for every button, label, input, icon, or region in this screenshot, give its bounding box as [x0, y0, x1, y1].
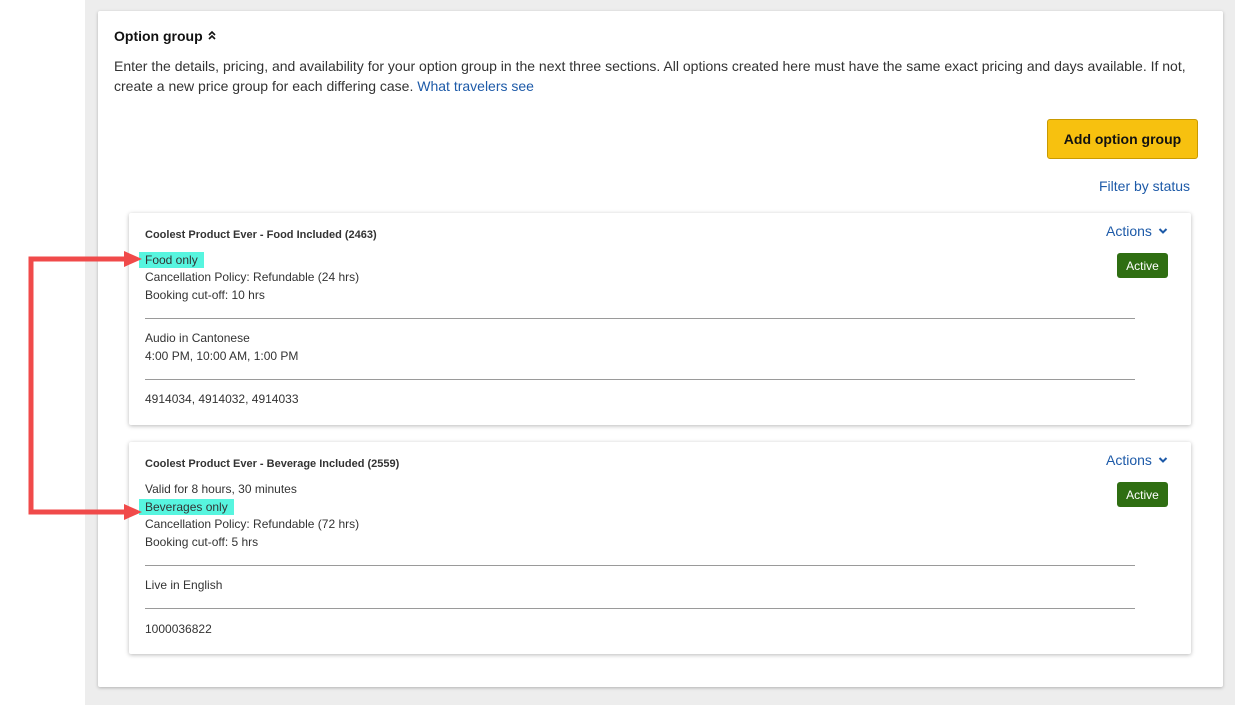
- divider: [145, 565, 1135, 566]
- option-title: Coolest Product Ever - Beverage Included…: [145, 458, 400, 470]
- filter-by-status-link[interactable]: Filter by status: [1099, 178, 1190, 194]
- option-ids: 1000036822: [145, 622, 212, 636]
- option-highlight: Food only: [139, 252, 204, 268]
- booking-cutoff: Booking cut-off: 5 hrs: [145, 535, 259, 549]
- section-title: Option group: [114, 28, 203, 44]
- highlighted-line: Beverages only: [139, 498, 234, 516]
- chevron-double-up-icon[interactable]: [207, 30, 217, 42]
- description-text: Enter the details, pricing, and availabi…: [114, 58, 1186, 94]
- cancellation-policy: Cancellation Policy: Refundable (72 hrs): [145, 517, 360, 531]
- cancellation-policy: Cancellation Policy: Refundable (24 hrs): [145, 270, 360, 284]
- add-option-group-button[interactable]: Add option group: [1047, 119, 1198, 159]
- divider: [145, 318, 1135, 319]
- actions-label: Actions: [1106, 452, 1152, 468]
- start-times: 4:00 PM, 10:00 AM, 1:00 PM: [145, 349, 299, 363]
- actions-dropdown[interactable]: Actions: [1106, 223, 1168, 239]
- chevron-down-icon: [1158, 228, 1168, 234]
- divider: [145, 608, 1135, 609]
- language-info: Audio in Cantonese: [145, 331, 250, 345]
- divider: [145, 379, 1135, 380]
- option-ids: 4914034, 4914032, 4914033: [145, 392, 299, 406]
- actions-label: Actions: [1106, 223, 1152, 239]
- chevron-down-icon: [1158, 457, 1168, 463]
- highlighted-line: Food only: [139, 251, 204, 269]
- option-card: Coolest Product Ever - Beverage Included…: [129, 442, 1191, 654]
- option-highlight: Beverages only: [139, 499, 234, 515]
- option-card: Coolest Product Ever - Food Included (24…: [129, 213, 1191, 425]
- booking-cutoff: Booking cut-off: 10 hrs: [145, 288, 265, 302]
- actions-dropdown[interactable]: Actions: [1106, 452, 1168, 468]
- section-description: Enter the details, pricing, and availabi…: [114, 56, 1204, 96]
- section-header[interactable]: Option group: [114, 28, 217, 44]
- status-badge: Active: [1117, 253, 1168, 278]
- status-badge: Active: [1117, 482, 1168, 507]
- what-travelers-see-link[interactable]: What travelers see: [417, 78, 534, 94]
- validity-duration: Valid for 8 hours, 30 minutes: [145, 482, 297, 496]
- language-info: Live in English: [145, 578, 223, 592]
- option-title: Coolest Product Ever - Food Included (24…: [145, 229, 377, 241]
